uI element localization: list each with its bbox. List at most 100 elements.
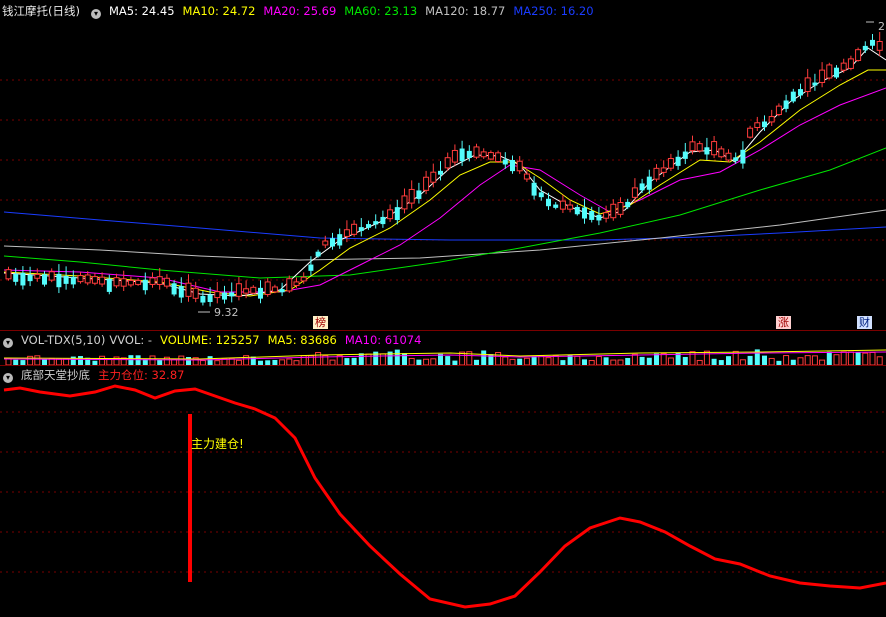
- volume-bar-up: [34, 355, 41, 365]
- candle-up: [250, 286, 257, 294]
- volume-bar-up: [502, 356, 509, 365]
- candle-up: [149, 277, 156, 285]
- volume-bar-down: [481, 350, 487, 365]
- candle-down: [466, 150, 472, 158]
- candle-up: [747, 127, 754, 138]
- volume-bar-up: [595, 355, 602, 365]
- volume-bar-up: [797, 357, 804, 365]
- candle-down: [380, 216, 386, 225]
- candle-down: [762, 121, 767, 128]
- candle-up: [768, 116, 775, 123]
- candle-down: [63, 275, 69, 284]
- candle-up: [840, 62, 847, 71]
- candle-down: [546, 198, 551, 207]
- vol-title[interactable]: VOL-TDX(5,10): [21, 333, 105, 347]
- ma250-value: MA250: 16.20: [513, 4, 594, 18]
- candle-up: [847, 58, 854, 69]
- candle-up: [156, 276, 163, 285]
- candle-up: [185, 282, 192, 297]
- volume-bar-down: [639, 356, 645, 365]
- candle-down: [358, 227, 364, 231]
- candle-up: [718, 148, 725, 158]
- vol-ma5-value: MA5: 83686: [267, 333, 337, 347]
- ind-dropdown-icon[interactable]: ▾: [3, 373, 13, 383]
- candle-up: [113, 277, 120, 287]
- volume-bar-down: [603, 357, 609, 365]
- candle-down: [27, 275, 33, 282]
- ma60-value: MA60: 23.13: [344, 4, 418, 18]
- candle-down: [337, 234, 343, 246]
- candle-down: [682, 151, 688, 159]
- candle-up: [451, 149, 458, 163]
- candle-down: [366, 224, 371, 228]
- volume-bar-up: [149, 355, 156, 365]
- candle-up: [264, 281, 271, 296]
- candle-down: [589, 211, 595, 220]
- volume-bar-up: [667, 357, 674, 365]
- candle-down: [20, 272, 26, 286]
- volume-panel[interactable]: ▾ VOL-TDX(5,10) VVOL: - VOLUME: 125257 MA5: …: [0, 331, 886, 365]
- candle-up: [567, 204, 574, 210]
- volume-bar-up: [847, 351, 854, 365]
- ma250-line: [3, 211, 886, 241]
- candle-up: [876, 41, 883, 51]
- candle-down: [862, 45, 868, 51]
- vol-header: ▾ VOL-TDX(5,10) VVOL: - VOLUME: 125257 MA5: …: [0, 331, 429, 349]
- candle-up: [401, 195, 408, 210]
- volume-bar-up: [876, 356, 883, 365]
- candle-up: [775, 105, 782, 116]
- candle-down: [502, 159, 508, 165]
- candle-down: [200, 295, 206, 303]
- candle-down: [42, 274, 47, 285]
- candle-down: [574, 206, 580, 215]
- candle-down: [870, 39, 875, 46]
- candle-up: [34, 273, 41, 279]
- candle-up: [631, 187, 638, 198]
- price-panel[interactable]: 钱江摩托(日线) ▾ MA5: 24.45 MA10: 24.72 MA20: 25.6…: [0, 0, 886, 330]
- candle-up: [523, 173, 530, 180]
- ma5-value: MA5: 24.45: [108, 4, 175, 18]
- volume-bar-up: [804, 355, 811, 365]
- candle-down: [373, 221, 379, 225]
- volume-bar-up: [574, 355, 581, 365]
- candle-up: [660, 167, 667, 173]
- candle-down: [646, 176, 652, 190]
- price-chart[interactable]: [0, 0, 886, 330]
- indicator-panel[interactable]: ▾ 底部天堂抄底 主力仓位: 32.87 主力建仓!: [0, 366, 886, 617]
- volume-bar-down: [747, 355, 753, 365]
- vol-dropdown-icon[interactable]: ▾: [3, 338, 13, 348]
- candle-up: [243, 288, 250, 294]
- candle-up: [696, 143, 703, 152]
- candle-down: [812, 82, 818, 86]
- event-tag-bang[interactable]: 榜: [313, 316, 328, 329]
- candle-up: [804, 77, 811, 92]
- indicator-chart[interactable]: [0, 366, 886, 617]
- volume-bar-down: [78, 356, 83, 365]
- position-value: 主力仓位: 32.87: [98, 368, 185, 382]
- candle-up: [343, 229, 350, 237]
- candle-down: [531, 182, 537, 196]
- candle-up: [855, 49, 862, 61]
- volume-bar-up: [833, 354, 840, 365]
- candle-down: [582, 207, 587, 219]
- candle-up: [235, 283, 242, 297]
- dropdown-icon[interactable]: ▾: [90, 9, 101, 19]
- ind-header: ▾ 底部天堂抄底 主力仓位: 32.87: [0, 366, 192, 384]
- candle-down: [279, 289, 285, 293]
- candle-up: [77, 275, 84, 283]
- event-tag-cai[interactable]: 财: [857, 316, 872, 329]
- candle-up: [322, 240, 329, 246]
- event-tag-zhang[interactable]: 涨: [776, 316, 791, 329]
- stock-title[interactable]: 钱江摩托(日线): [2, 4, 80, 18]
- candle-up: [351, 223, 358, 235]
- low-price-label: 9.32: [214, 306, 239, 319]
- volume-bar-up: [862, 352, 869, 365]
- candle-down: [142, 279, 148, 291]
- candle-up: [293, 281, 300, 286]
- candle-up: [819, 69, 826, 83]
- candle-down: [596, 214, 602, 221]
- ind-title[interactable]: 底部天堂抄底: [21, 368, 90, 382]
- candle-down: [834, 67, 839, 78]
- volume-bar-up: [495, 352, 502, 365]
- volume-bar-up: [869, 351, 876, 365]
